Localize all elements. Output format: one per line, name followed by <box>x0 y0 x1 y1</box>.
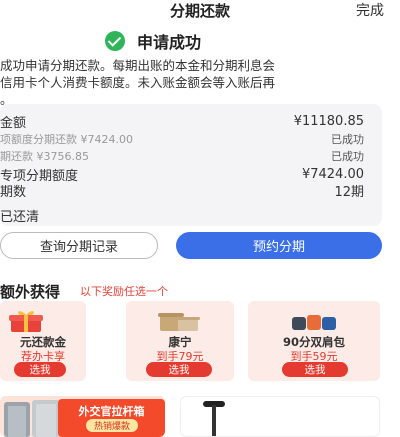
query-installment-records-button[interactable]: 查询分期记录 <box>0 232 158 259</box>
hot-sale-badge: 热销爆款 <box>86 419 138 432</box>
nav-bar: 分期还款 完成 <box>0 0 400 22</box>
choose-me-button[interactable]: 选我 <box>282 362 348 377</box>
periods-value: 12期 <box>334 185 364 200</box>
item1-row: 项额度分期还款 ¥7424.00 已成功 <box>0 131 364 147</box>
extra-rewards-title: 额外获得 <box>0 283 61 301</box>
reward-card-repayment[interactable]: 元还款金 荐办卡享 选我 <box>0 301 86 381</box>
cookware-icon <box>158 313 200 331</box>
periods-label: 期数 <box>0 185 27 200</box>
extra-rewards-subtitle: 以下奖励任选一个 <box>80 285 168 298</box>
item2-label: 期还款 ¥3756.85 <box>0 150 89 163</box>
choose-me-button[interactable]: 选我 <box>14 362 66 377</box>
success-label: 申请成功 <box>137 33 202 52</box>
total-row: 金额 ¥11180.85 <box>0 112 364 131</box>
periods-row: 期数 12期 <box>0 181 364 200</box>
success-status: 申请成功 <box>105 31 202 52</box>
done-button[interactable]: 完成 <box>356 0 384 20</box>
item2-row: 期还款 ¥3756.85 已成功 <box>0 148 364 164</box>
choose-me-button[interactable]: 选我 <box>146 362 212 377</box>
luggage-promo-card[interactable]: 外交官拉杆箱 热销爆款 <box>0 396 165 437</box>
page-title: 分期还款 <box>169 2 230 20</box>
backpack-icon <box>292 315 336 330</box>
paid-row: 已还清 <box>0 206 364 225</box>
check-circle-icon <box>105 31 125 51</box>
reward-card-corning[interactable]: 康宁 到手79元 选我 <box>126 301 234 381</box>
item2-status: 已成功 <box>331 150 364 163</box>
gift-box-icon <box>9 311 43 332</box>
paid-label: 已还清 <box>0 210 40 225</box>
reward-card-backpack[interactable]: 90分双肩包 到手59元 选我 <box>248 301 380 381</box>
item1-status: 已成功 <box>331 133 364 146</box>
suitcase-promo-card[interactable] <box>180 396 380 437</box>
success-description: 成功申请分期还款。每期出账的本金和分期利息会 信用卡个人消费卡额度。未入账金额会… <box>0 58 276 107</box>
total-label: 金额 <box>0 116 27 131</box>
promo-title: 外交官拉杆箱 <box>78 405 145 418</box>
reserve-installment-button[interactable]: 预约分期 <box>176 232 382 259</box>
suitcase-handle-image <box>203 401 225 436</box>
quota-value: ¥7424.00 <box>301 167 364 182</box>
item1-label: 项额度分期还款 ¥7424.00 <box>0 133 133 146</box>
installment-summary-card: 金额 ¥11180.85 项额度分期还款 ¥7424.00 已成功 期还款 ¥3… <box>0 104 382 226</box>
total-value: ¥11180.85 <box>293 114 364 129</box>
